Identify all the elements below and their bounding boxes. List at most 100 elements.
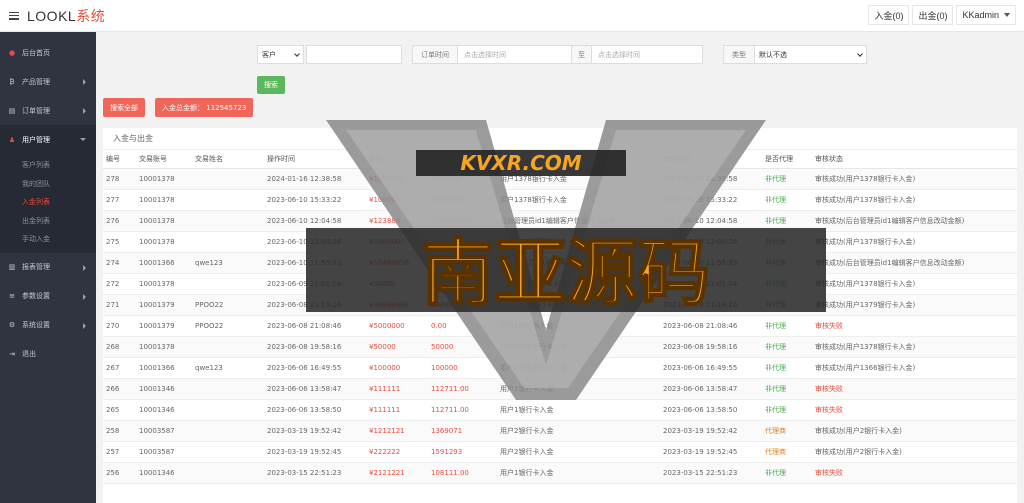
table-cell: 256 (103, 462, 136, 484)
table-cell: 2023-03-19 19:52:42 (264, 420, 366, 442)
table-cell (192, 378, 264, 400)
table-cell: 10001378 (136, 189, 192, 211)
table-cell: 代理商 (762, 420, 812, 442)
table-cell (192, 462, 264, 484)
table-cell: 2023-06-10 12:00:26 (264, 231, 366, 253)
type-select-value: 默认不选 (759, 50, 787, 59)
sidebar-item-logout[interactable]: ⇥ 退出 (0, 340, 96, 369)
type-select[interactable]: 默认不选 (755, 45, 867, 64)
table-row: 272 10001378 2023-06-09 21:01:04 ¥50000 5000… (103, 273, 1017, 295)
table-row: 266 10001346 2023-06-06 13:58:47 ¥111111 112… (103, 378, 1017, 400)
table-cell: 10001378 (136, 210, 192, 232)
table-cell: 112711.00 (428, 378, 497, 400)
table-cell: ¥88888888 (366, 294, 428, 316)
table-cell: 10001378 (136, 273, 192, 295)
time-from-input[interactable]: 点击选择时间 (458, 45, 572, 64)
table-cell: 2023-06-06 16:49:55 (264, 357, 366, 379)
user-name: KKadmin (962, 10, 999, 20)
table-cell: 10001346 (136, 378, 192, 400)
subnav-withdraw-list[interactable]: 出金列表 (0, 212, 96, 231)
table-cell: 265 (103, 399, 136, 421)
subnav-my-team[interactable]: 我的团队 (0, 175, 96, 194)
table-cell: 审核成功(用户1378银行卡入金) (812, 189, 1017, 211)
sidebar-item-params[interactable]: ≡ 参数设置 (0, 282, 96, 311)
table-cell: 2023-06-08 19:58:16 (264, 336, 366, 358)
sliders-icon: ≡ (9, 292, 15, 300)
table-cell: 272 (103, 273, 136, 295)
column-header: 审核状态 (812, 150, 1017, 169)
table-cell (192, 399, 264, 421)
card-title: 入金与出金 (103, 128, 1017, 150)
table-cell: 276 (103, 210, 136, 232)
table-cell: 10001346 (136, 462, 192, 484)
table-cell: 3268888 (428, 189, 497, 211)
table-cell: 267 (103, 357, 136, 379)
search-button[interactable]: 搜索 (257, 76, 285, 94)
sidebar-item-home[interactable]: ● 后台首页 (0, 38, 96, 67)
type-filter: 类型 默认不选 (723, 45, 867, 64)
deposit-button[interactable]: 入金(0) (868, 5, 910, 25)
menu-toggle-icon[interactable] (9, 11, 19, 20)
search-all-button[interactable]: 搜索全部 (103, 98, 145, 117)
table-cell: 10001366 (136, 357, 192, 379)
sidebar-item-label: 用户管理 (22, 135, 50, 144)
table-cell: 用户2银行卡入金 (497, 441, 660, 463)
total-label: 入金总金额： (162, 103, 204, 112)
table-row: 265 10001346 2023-06-06 13:58:50 ¥111111 112… (103, 399, 1017, 421)
table-row: 274 10001366 qwe123 2023-06-10 11:55:33 ¥104… (103, 252, 1017, 274)
table-cell: ¥123888 (366, 210, 428, 232)
column-header: 到账金额 (428, 150, 497, 169)
chevron-right-icon (83, 322, 86, 329)
user-menu[interactable]: KKadmin (956, 5, 1016, 25)
table-cell: 用户1银行卡入金 (497, 315, 660, 337)
table-cell: 审核失败 (812, 315, 1017, 337)
subnav-manual-deposit[interactable]: 手动入金 (0, 230, 96, 249)
table-cell: 274 (103, 252, 136, 274)
customer-select[interactable]: 客户 (257, 45, 304, 64)
chevron-down-icon (294, 50, 300, 57)
table-cell: 2023-03-19 19:52:45 (264, 441, 366, 463)
chevron-right-icon (83, 79, 86, 85)
table-cell: 108111.00 (428, 462, 497, 484)
table-cell (192, 189, 264, 211)
app-logo: LOOKL系统 (27, 7, 106, 24)
table-cell: 2023-03-15 22:51:23 (660, 462, 762, 484)
logout-icon: ⇥ (9, 350, 15, 358)
table-cell: 审核成功(用户1378银行卡入金) (812, 231, 1017, 253)
table-row: 267 10001366 qwe123 2023-06-06 16:49:55 ¥100… (103, 357, 1017, 379)
table-cell: ¥50000 (366, 336, 428, 358)
column-header: 编号 (103, 150, 136, 169)
table-cell: 非代理 (762, 462, 812, 484)
table-cell: 100000 (428, 357, 497, 379)
sidebar-item-system[interactable]: ⚙ 系统设置 (0, 311, 96, 340)
table-cell: 审核成功(用户1379银行卡入金) (812, 294, 1017, 316)
table-cell: 10595000.00 (428, 252, 497, 274)
table-cell: 50000 (428, 336, 497, 358)
time-to-input[interactable]: 点击选择时间 (592, 45, 703, 64)
withdraw-button[interactable]: 出金(0) (912, 5, 954, 25)
chevron-down-icon (857, 50, 863, 57)
table-cell: 非代理 (762, 294, 812, 316)
subnav-customer-list[interactable]: 客户列表 (0, 156, 96, 175)
caret-down-icon (1004, 13, 1010, 17)
sidebar-item-users[interactable]: ♟ 用户管理 (0, 125, 96, 154)
table-cell: 10001378 (136, 168, 192, 190)
table-cell: ¥1212121 (366, 420, 428, 442)
table-cell (192, 168, 264, 190)
sidebar-item-reports[interactable]: ▥ 报表管理 (0, 253, 96, 282)
table-row: 270 10001379 PPOO22 2023-06-08 21:08:46 ¥500… (103, 315, 1017, 337)
table-cell: 2023-03-19 19:52:42 (660, 420, 762, 442)
table-cell: 278 (103, 168, 136, 190)
subnav-deposit-list[interactable]: 入金列表 (0, 193, 96, 212)
table-row: 256 10001346 2023-03-15 22:51:23 ¥2121221 10… (103, 462, 1017, 484)
table-cell: 后台管理员id1编辑客户信息改动金额 (497, 210, 660, 232)
table-cell: 非代理 (762, 252, 812, 274)
table-cell (192, 210, 264, 232)
sidebar-item-products[interactable]: ₿ 产品管理 (0, 67, 96, 96)
column-header: 是否代理 (762, 150, 812, 169)
customer-input[interactable] (306, 45, 402, 64)
table-cell: 非代理 (762, 399, 812, 421)
sidebar-item-orders[interactable]: ▤ 订单管理 (0, 96, 96, 125)
table-cell: 非代理 (762, 273, 812, 295)
sidebar-item-label: 产品管理 (22, 77, 50, 86)
